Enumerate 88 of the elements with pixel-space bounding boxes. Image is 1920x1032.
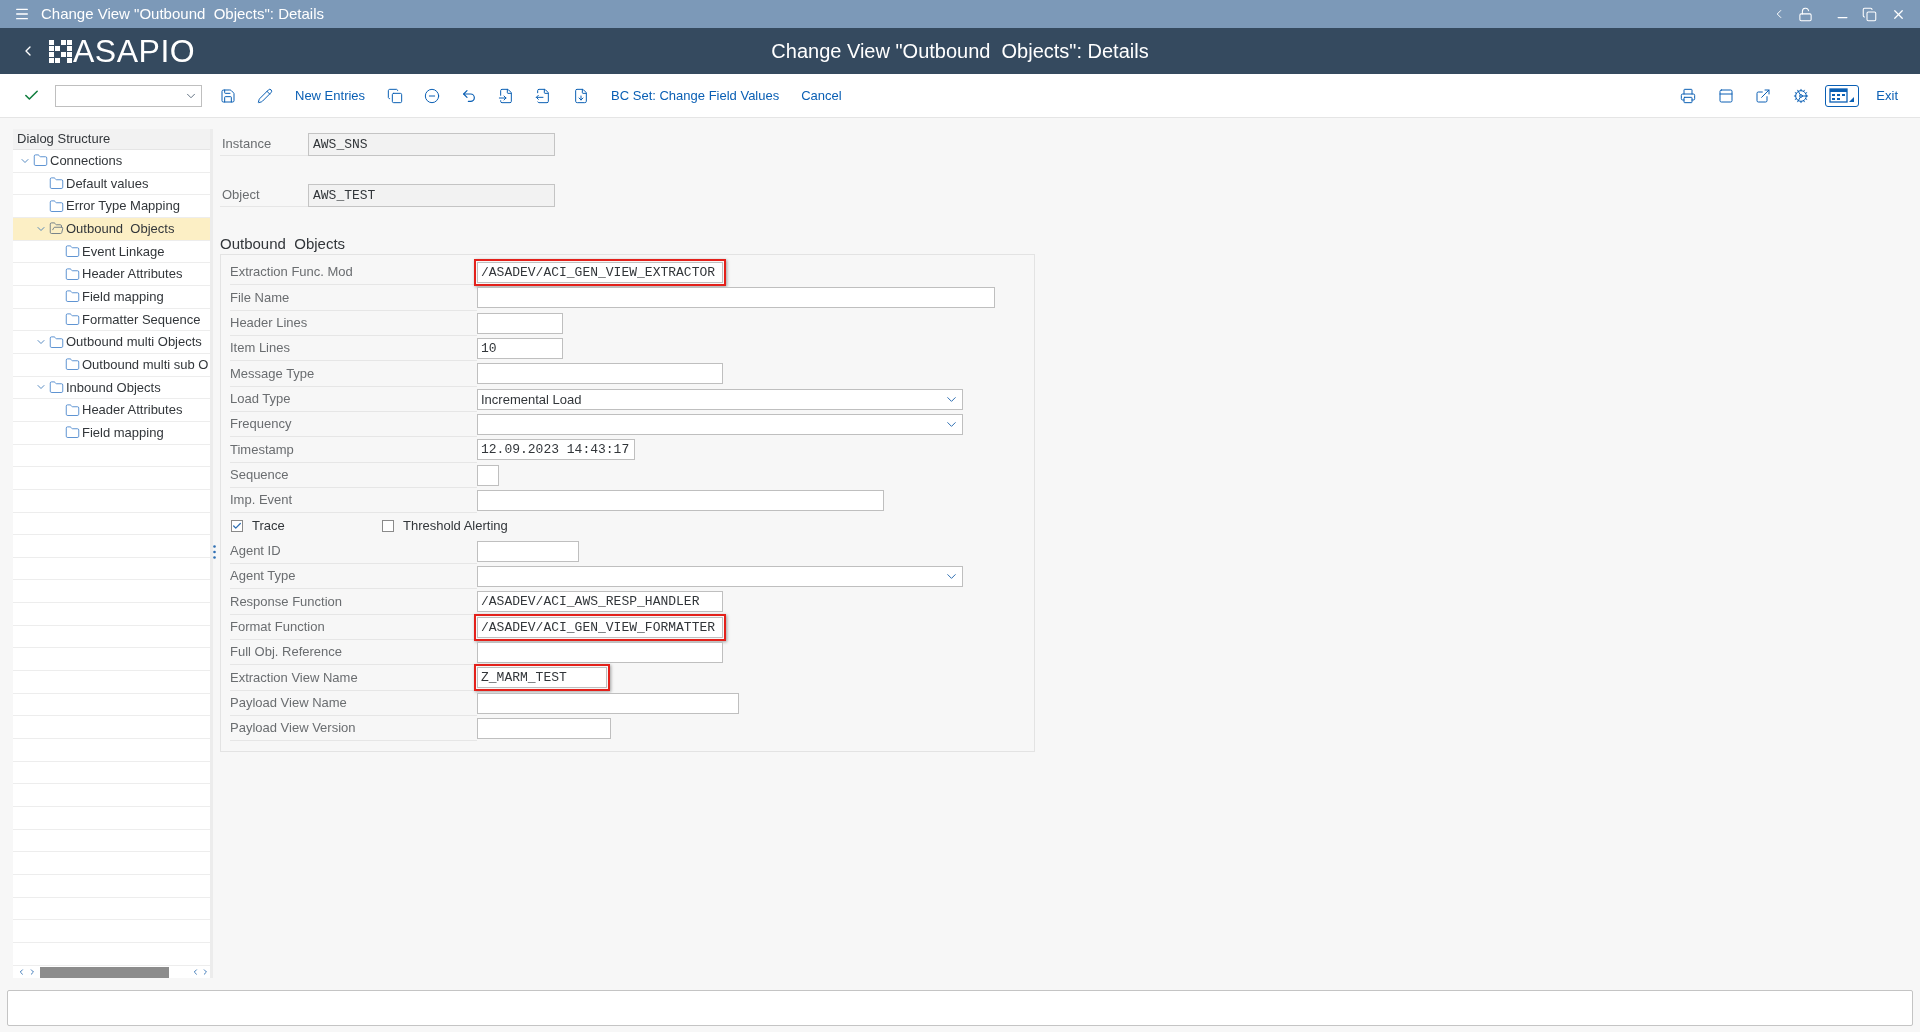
window-icon[interactable] bbox=[1718, 87, 1735, 104]
field-label: Response Function bbox=[230, 589, 477, 615]
folder-icon bbox=[65, 311, 80, 327]
toolbar-button[interactable]: Cancel bbox=[801, 85, 842, 106]
command-field[interactable] bbox=[55, 84, 202, 107]
input-field[interactable] bbox=[477, 312, 563, 334]
folder-icon bbox=[65, 425, 80, 441]
input-field[interactable] bbox=[477, 718, 611, 740]
folder-icon bbox=[49, 334, 64, 350]
field-label: Payload View Name bbox=[230, 690, 477, 716]
minus-circle-icon[interactable] bbox=[424, 87, 441, 104]
layout-icon bbox=[1829, 88, 1856, 103]
logo-icon bbox=[49, 39, 72, 63]
folder-icon bbox=[65, 289, 80, 305]
folder-icon bbox=[49, 176, 64, 191]
input-field[interactable]: Z_MARM_TEST bbox=[477, 667, 607, 689]
input-field[interactable] bbox=[477, 692, 739, 714]
printer-icon[interactable] bbox=[1680, 87, 1697, 104]
dropdown-field[interactable] bbox=[477, 414, 963, 436]
tree-item[interactable]: Outbound Objects bbox=[13, 217, 210, 241]
folder-icon bbox=[49, 379, 64, 395]
checkbox[interactable] bbox=[231, 519, 243, 532]
panel-title: Dialog Structure bbox=[13, 129, 210, 150]
folder-open-icon bbox=[49, 221, 64, 237]
undo-icon[interactable] bbox=[461, 87, 478, 104]
menu-icon[interactable] bbox=[14, 6, 30, 22]
folder-icon bbox=[65, 402, 80, 418]
input-field[interactable]: AWS_TEST bbox=[308, 184, 555, 207]
checkbox-label: Threshold Alerting bbox=[403, 517, 508, 536]
checkbox-label: Trace bbox=[252, 517, 285, 536]
folder-icon bbox=[65, 243, 80, 259]
field-label: Item Lines bbox=[230, 336, 477, 362]
input-field[interactable]: /ASADEV/ACI_GEN_VIEW_EXTRACTOR bbox=[477, 262, 723, 284]
input-field[interactable] bbox=[477, 464, 499, 486]
checkmark-icon bbox=[232, 520, 242, 531]
field-label: Message Type bbox=[230, 361, 477, 387]
folder-icon bbox=[49, 198, 64, 214]
external-link-icon[interactable] bbox=[1755, 87, 1772, 104]
dropdown-field[interactable] bbox=[477, 566, 963, 588]
field-label: Agent ID bbox=[230, 538, 477, 564]
field-label: Sequence bbox=[230, 462, 477, 488]
input-field[interactable] bbox=[477, 287, 995, 309]
file-export-icon[interactable] bbox=[535, 87, 552, 104]
field-label: Load Type bbox=[230, 386, 477, 412]
layout-button[interactable] bbox=[1825, 84, 1860, 107]
input-field[interactable] bbox=[477, 363, 723, 385]
toolbar-button[interactable]: BC Set: Change Field Values bbox=[611, 85, 780, 106]
drag-handle-icon[interactable] bbox=[213, 545, 216, 559]
pencil-icon[interactable] bbox=[257, 87, 273, 104]
folder-icon bbox=[65, 357, 80, 373]
dropdown-field[interactable]: Incremental Load bbox=[477, 388, 963, 410]
field-label: Agent Type bbox=[230, 563, 477, 590]
gear-icon[interactable] bbox=[1793, 87, 1810, 104]
exit-button[interactable]: Exit bbox=[1876, 85, 1898, 106]
chevron-right-icon[interactable] bbox=[201, 967, 210, 977]
field-label: Full Obj. Reference bbox=[230, 639, 477, 666]
file-download-icon[interactable] bbox=[573, 87, 590, 104]
input-field[interactable]: 12.09.2023 14:43:17 bbox=[477, 439, 635, 461]
lock-icon[interactable] bbox=[1798, 6, 1813, 22]
field-label: Extraction Func. Mod bbox=[230, 260, 477, 286]
field-label: File Name bbox=[230, 285, 477, 311]
restore-icon[interactable] bbox=[1862, 6, 1877, 22]
folder-icon bbox=[65, 266, 80, 282]
toolbar-button[interactable]: New Entries bbox=[295, 85, 366, 106]
input-field[interactable] bbox=[477, 490, 884, 512]
field-label: Timestamp bbox=[230, 437, 477, 463]
field-label: Format Function bbox=[230, 614, 477, 640]
checkbox[interactable] bbox=[382, 519, 394, 532]
field-label: Payload View Version bbox=[230, 715, 477, 742]
scrollbar-thumb[interactable] bbox=[40, 966, 169, 978]
window-title: Change View "Outbound Objects": Details bbox=[41, 3, 325, 24]
input-field[interactable]: /ASADEV/ACI_AWS_RESP_HANDLER bbox=[477, 591, 723, 613]
copy-icon[interactable] bbox=[387, 87, 404, 104]
input-field[interactable]: AWS_SNS bbox=[308, 133, 555, 156]
input-field[interactable]: 10 bbox=[477, 338, 563, 360]
save-icon[interactable] bbox=[220, 87, 236, 104]
field-label: Imp. Event bbox=[230, 487, 477, 514]
field-label: Header Lines bbox=[230, 310, 477, 336]
file-import-icon[interactable] bbox=[498, 87, 515, 104]
logo-text: ASAPIO bbox=[73, 35, 196, 67]
folder-icon bbox=[33, 153, 48, 169]
input-field[interactable] bbox=[477, 642, 723, 664]
page-title: Change View "Outbound Objects": Details bbox=[771, 39, 1149, 64]
field-label: Extraction View Name bbox=[230, 665, 477, 691]
field-label: Frequency bbox=[230, 411, 477, 438]
input-field[interactable]: /ASADEV/ACI_GEN_VIEW_FORMATTER bbox=[477, 616, 723, 638]
section-title: Outbound Objects bbox=[220, 235, 347, 253]
input-field[interactable] bbox=[477, 540, 579, 562]
